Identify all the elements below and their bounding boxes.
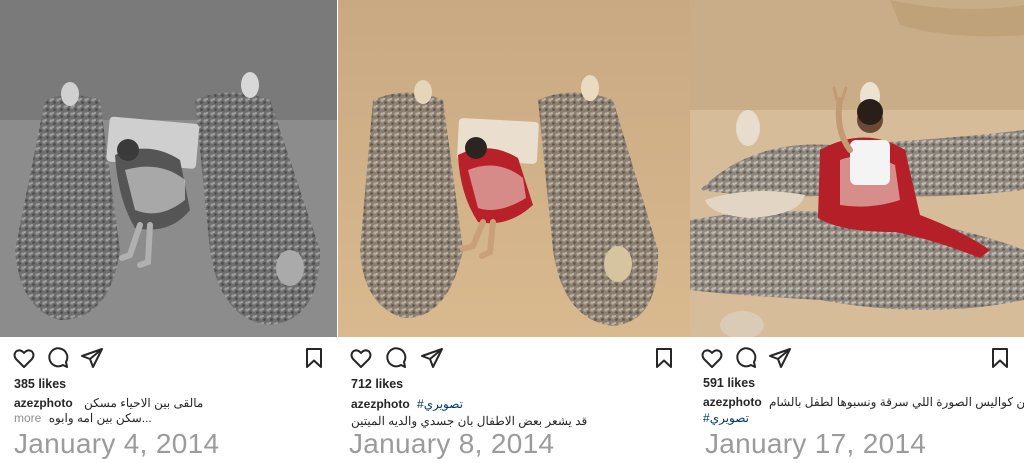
caption-text: سكن بين امه وابوه... [48, 411, 152, 425]
caption-line-2: #تصويري [703, 410, 749, 426]
bookmark-icon[interactable] [652, 346, 676, 370]
more-link[interactable]: more [14, 411, 41, 425]
likes-count[interactable]: 712 likes [351, 377, 403, 391]
caption-text: مالقى بين الاحياء مسكن [84, 396, 204, 410]
likes-count[interactable]: 591 likes [703, 376, 755, 390]
username[interactable]: azezphoto [703, 395, 762, 409]
heart-icon[interactable] [700, 346, 724, 370]
comment-icon[interactable] [734, 346, 758, 370]
post-1-actions [0, 346, 338, 370]
post-3: 591 likes azezphoto من كواليس الصورة الل… [690, 0, 1024, 463]
post-1: 385 likes azezphoto مالقى بين الاحياء مس… [0, 0, 338, 463]
comment-icon[interactable] [384, 346, 408, 370]
hashtag[interactable]: #تصويري [417, 397, 463, 411]
post-2-actions [338, 346, 690, 370]
hashtag[interactable]: #تصويري [703, 411, 749, 425]
caption-text: من كواليس الصورة اللي سرقة ونسبوها لطفل … [769, 395, 1024, 409]
caption-line-1: azezphoto #تصويري [351, 396, 463, 412]
post-date: January 17, 2014 [705, 428, 927, 459]
caption-line-1: azezphoto من كواليس الصورة اللي سرقة ونس… [703, 394, 1024, 410]
post-2-photo[interactable] [338, 0, 690, 337]
caption-line-2: more سكن بين امه وابوه... [14, 410, 152, 426]
post-date: January 8, 2014 [349, 428, 555, 459]
heart-icon[interactable] [12, 346, 36, 370]
share-icon[interactable] [80, 346, 104, 370]
post-1-photo[interactable] [0, 0, 337, 337]
caption-text: قد يشعر بعض الاطفال بان جسدي والديه المي… [351, 414, 588, 428]
username[interactable]: azezphoto [351, 397, 410, 411]
heart-icon[interactable] [349, 346, 373, 370]
comment-icon[interactable] [46, 346, 70, 370]
share-icon[interactable] [768, 346, 792, 370]
post-3-actions [690, 346, 1024, 370]
post-2: 712 likes azezphoto #تصويري قد يشعر بعض … [338, 0, 690, 463]
bookmark-icon[interactable] [988, 346, 1012, 370]
caption-line-1: azezphoto مالقى بين الاحياء مسكن [14, 395, 203, 411]
likes-count[interactable]: 385 likes [14, 377, 66, 391]
post-3-photo[interactable] [690, 0, 1024, 337]
bookmark-icon[interactable] [302, 346, 326, 370]
post-date: January 4, 2014 [14, 428, 220, 459]
share-icon[interactable] [420, 346, 444, 370]
caption-line-2: قد يشعر بعض الاطفال بان جسدي والديه المي… [351, 413, 587, 429]
username[interactable]: azezphoto [14, 396, 73, 410]
